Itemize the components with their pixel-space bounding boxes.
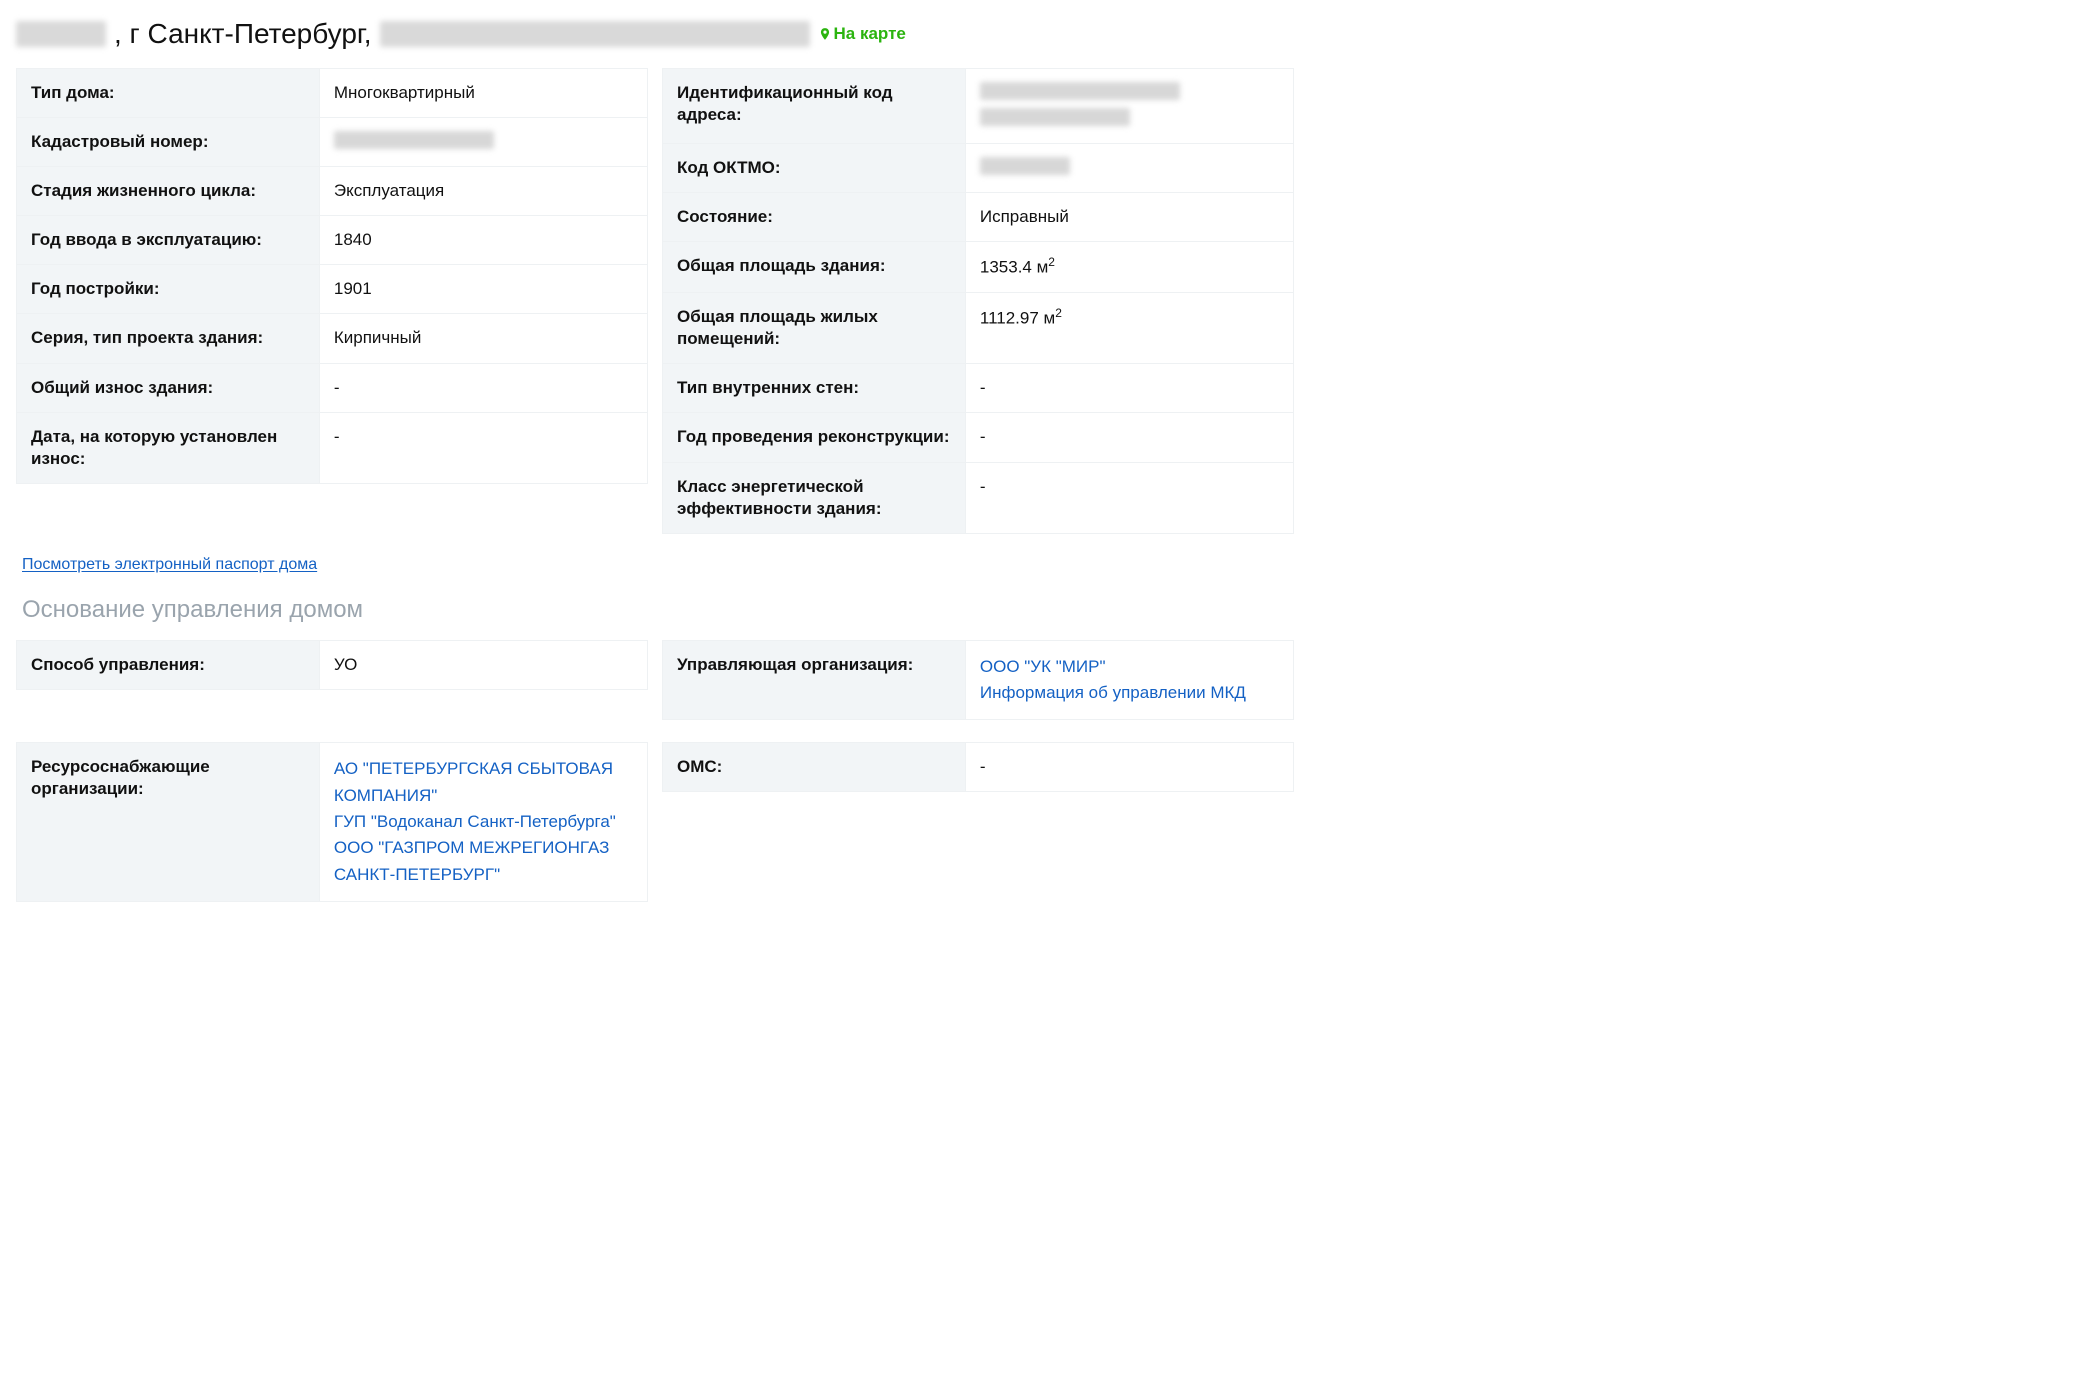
resource-link[interactable]: ГУП "Водоканал Санкт-Петербурга" bbox=[334, 809, 635, 835]
table-row: Код ОКТМО:xxxxx bbox=[663, 144, 1294, 193]
row-value: 1112.97 м2 bbox=[965, 293, 1293, 364]
row-value: 1901 bbox=[319, 265, 647, 314]
row-label: Код ОКТМО: bbox=[663, 144, 966, 193]
table-row: Состояние:Исправный bbox=[663, 193, 1294, 242]
resource-table-left: Ресурсоснабжающие организации: АО "ПЕТЕР… bbox=[16, 742, 648, 902]
row-label: Серия, тип проекта здания: bbox=[17, 314, 320, 363]
title-city: , г Санкт-Петербург, bbox=[114, 18, 372, 50]
row-label: Тип внутренних стен: bbox=[663, 364, 966, 413]
table-row: Тип внутренних стен:- bbox=[663, 364, 1294, 413]
table-row: Год ввода в эксплуатацию:1840 bbox=[17, 216, 648, 265]
row-label: Тип дома: bbox=[17, 69, 320, 118]
page-title: xxxx , г Санкт-Петербург, xxxxxxxxxxxxxx… bbox=[16, 18, 1294, 50]
management-method-value: УО bbox=[319, 640, 647, 689]
title-redacted-prefix: xxxx bbox=[16, 21, 106, 47]
info-table-right: Идентификационный код адреса:xxxxxxxxxxК… bbox=[662, 68, 1294, 534]
table-row: Управляющая организация: ООО "УК "МИР"Ин… bbox=[663, 640, 1294, 720]
row-label: Состояние: bbox=[663, 193, 966, 242]
management-org-value: ООО "УК "МИР"Информация об управлении МК… bbox=[965, 640, 1293, 720]
row-value: 1353.4 м2 bbox=[965, 242, 1293, 293]
management-org-label: Управляющая организация: bbox=[663, 640, 966, 720]
management-link[interactable]: Информация об управлении МКД bbox=[980, 680, 1281, 706]
management-method-label: Способ управления: bbox=[17, 640, 320, 689]
table-row: Тип дома:Многоквартирный bbox=[17, 69, 648, 118]
table-row: Класс энергетической эффективности здани… bbox=[663, 462, 1294, 533]
row-value: - bbox=[965, 413, 1293, 462]
table-row: ОМС: - bbox=[663, 743, 1294, 792]
row-value: - bbox=[319, 412, 647, 483]
resource-orgs-label: Ресурсоснабжающие организации: bbox=[17, 743, 320, 902]
table-row: Дата, на которую установлен износ:- bbox=[17, 412, 648, 483]
row-label: Год проведения реконструкции: bbox=[663, 413, 966, 462]
row-label: Год постройки: bbox=[17, 265, 320, 314]
table-row: Год постройки:1901 bbox=[17, 265, 648, 314]
row-label: Общий износ здания: bbox=[17, 363, 320, 412]
passport-link[interactable]: Посмотреть электронный паспорт дома bbox=[22, 556, 317, 574]
management-table-left: Способ управления: УО bbox=[16, 640, 648, 690]
row-label: Общая площадь жилых помещений: bbox=[663, 293, 966, 364]
row-value: - bbox=[965, 462, 1293, 533]
row-value: - bbox=[965, 364, 1293, 413]
row-label: Кадастровый номер: bbox=[17, 118, 320, 167]
row-value: Кирпичный bbox=[319, 314, 647, 363]
table-row: Серия, тип проекта здания:Кирпичный bbox=[17, 314, 648, 363]
map-link[interactable]: На карте bbox=[818, 24, 906, 44]
row-label: Общая площадь здания: bbox=[663, 242, 966, 293]
table-row: Идентификационный код адреса:xxxxxxxxxx bbox=[663, 69, 1294, 144]
row-value: xxxxxxxxxx bbox=[965, 69, 1293, 144]
info-table-left: Тип дома:МногоквартирныйКадастровый номе… bbox=[16, 68, 648, 484]
row-value: Исправный bbox=[965, 193, 1293, 242]
table-row: Год проведения реконструкции:- bbox=[663, 413, 1294, 462]
table-row: Общая площадь здания:1353.4 м2 bbox=[663, 242, 1294, 293]
resource-link[interactable]: АО "ПЕТЕРБУРГСКАЯ СБЫТОВАЯ КОМПАНИЯ" bbox=[334, 756, 635, 809]
row-label: Дата, на которую установлен износ: bbox=[17, 412, 320, 483]
management-table-right: Управляющая организация: ООО "УК "МИР"Ин… bbox=[662, 640, 1294, 721]
table-row: Кадастровый номер:xxxxx bbox=[17, 118, 648, 167]
table-row: Способ управления: УО bbox=[17, 640, 648, 689]
map-pin-icon bbox=[818, 25, 832, 43]
table-row: Ресурсоснабжающие организации: АО "ПЕТЕР… bbox=[17, 743, 648, 902]
table-row: Общий износ здания:- bbox=[17, 363, 648, 412]
row-label: Класс энергетической эффективности здани… bbox=[663, 462, 966, 533]
map-link-label: На карте bbox=[834, 24, 906, 44]
row-value: Эксплуатация bbox=[319, 167, 647, 216]
row-label: Стадия жизненного цикла: bbox=[17, 167, 320, 216]
management-section-title: Основание управления домом bbox=[22, 596, 1294, 624]
row-value: 1840 bbox=[319, 216, 647, 265]
oms-label: ОМС: bbox=[663, 743, 966, 792]
resource-link[interactable]: ООО "ГАЗПРОМ МЕЖРЕГИОНГАЗ САНКТ-ПЕТЕРБУР… bbox=[334, 835, 635, 888]
management-link[interactable]: ООО "УК "МИР" bbox=[980, 654, 1281, 680]
resource-table-right: ОМС: - bbox=[662, 742, 1294, 792]
row-value: xxxxx bbox=[965, 144, 1293, 193]
resource-orgs-value: АО "ПЕТЕРБУРГСКАЯ СБЫТОВАЯ КОМПАНИЯ"ГУП … bbox=[319, 743, 647, 902]
row-value: Многоквартирный bbox=[319, 69, 647, 118]
table-row: Общая площадь жилых помещений:1112.97 м2 bbox=[663, 293, 1294, 364]
row-label: Год ввода в эксплуатацию: bbox=[17, 216, 320, 265]
title-redacted-address: xxxxxxxxxxxxxxxxxxx bbox=[380, 21, 810, 47]
row-value: - bbox=[319, 363, 647, 412]
row-value: xxxxx bbox=[319, 118, 647, 167]
oms-value: - bbox=[965, 743, 1293, 792]
table-row: Стадия жизненного цикла:Эксплуатация bbox=[17, 167, 648, 216]
row-label: Идентификационный код адреса: bbox=[663, 69, 966, 144]
